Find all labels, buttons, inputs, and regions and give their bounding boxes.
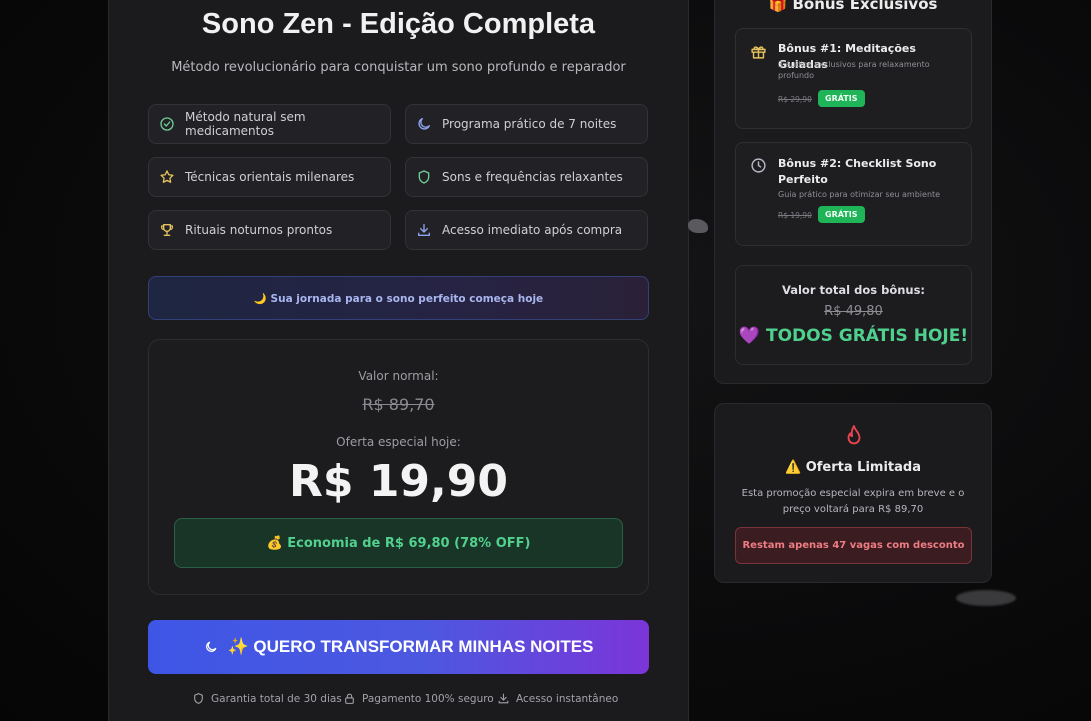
page-title: Sono Zen - Edição Completa bbox=[201, 8, 596, 40]
feature-oriental-techniques: Técnicas orientais milenares bbox=[148, 157, 391, 197]
shield-icon bbox=[418, 170, 430, 184]
bonus-card: 🎁 Bônus Exclusivos Bônus #1: Meditações … bbox=[714, 0, 992, 384]
feature-natural-method: Método natural sem medicamentos bbox=[148, 104, 391, 144]
feature-7-nights-program: Programa prático de 7 noites bbox=[405, 104, 648, 144]
bonus-item-checklist: Bônus #2: Checklist Sono Perfeito Guia p… bbox=[735, 142, 972, 246]
bonus-item-old-price: R$ 29,90 bbox=[778, 95, 812, 104]
flame-icon bbox=[847, 425, 861, 445]
bonus-total-free: 💜 TODOS GRÁTIS HOJE! bbox=[738, 326, 969, 346]
normal-price-label: Valor normal: bbox=[358, 369, 439, 383]
decorative-blob bbox=[956, 590, 1016, 606]
moon-icon bbox=[205, 641, 216, 652]
feature-label: Técnicas orientais milenares bbox=[185, 170, 355, 184]
bonus-item-desc: 3 áudios exclusivos para relaxamento pro… bbox=[778, 60, 930, 80]
feature-relaxing-sounds: Sons e frequências relaxantes bbox=[405, 157, 648, 197]
price-box: Valor normal: R$ 89,70 Oferta especial h… bbox=[148, 339, 649, 595]
shield-icon bbox=[194, 693, 203, 704]
star-icon bbox=[160, 170, 174, 183]
offer-title: ⚠️ Oferta Limitada bbox=[785, 460, 921, 475]
trophy-icon bbox=[161, 224, 173, 236]
special-price-label: Oferta especial hoje: bbox=[336, 435, 461, 449]
limited-offer-card: ⚠️ Oferta Limitada Esta promoção especia… bbox=[714, 403, 992, 583]
moon-icon bbox=[418, 118, 430, 130]
bonus-item-title: Bônus #2: Checklist Sono Perfeito bbox=[778, 157, 937, 186]
check-circle-icon bbox=[160, 117, 174, 131]
clock-icon bbox=[751, 158, 766, 173]
bonus-title: 🎁 Bônus Exclusivos bbox=[768, 0, 938, 13]
bonus-item-meditations: Bônus #1: Meditações Guiadas 3 áudios ex… bbox=[735, 28, 972, 129]
page-subtitle: Método revolucionário para conquistar um… bbox=[171, 60, 626, 75]
offer-description: Esta promoção especial expira em breve e… bbox=[741, 488, 965, 515]
lock-icon bbox=[345, 693, 354, 704]
bonus-total-old: R$ 49,80 bbox=[824, 304, 883, 319]
remaining-spots-alert: Restam apenas 47 vagas com desconto bbox=[735, 527, 972, 564]
bonus-item-old-price: R$ 19,90 bbox=[778, 211, 812, 220]
decorative-blob bbox=[688, 219, 708, 233]
normal-price-value: R$ 89,70 bbox=[362, 395, 435, 414]
feature-label: Programa prático de 7 noites bbox=[442, 117, 617, 131]
feature-label: Sons e frequências relaxantes bbox=[442, 170, 623, 184]
gift-icon bbox=[751, 46, 766, 59]
download-icon bbox=[498, 693, 509, 704]
bonus-total-label: Valor total dos bônus: bbox=[781, 283, 926, 297]
guarantee-30-days: Garantia total de 30 dias bbox=[192, 692, 342, 705]
buy-now-label: ✨ QUERO TRANSFORMAR MINHAS NOITES bbox=[227, 637, 594, 656]
buy-now-button[interactable]: ✨ QUERO TRANSFORMAR MINHAS NOITES bbox=[148, 620, 649, 674]
feature-label: Método natural sem medicamentos bbox=[185, 110, 306, 138]
free-badge: GRÁTIS bbox=[818, 90, 865, 107]
instant-access: Acesso instantâneo bbox=[497, 692, 618, 705]
feature-night-rituals: Rituais noturnos prontos bbox=[148, 210, 391, 250]
guarantee-label: Acesso instantâneo bbox=[516, 692, 619, 705]
feature-immediate-access: Acesso imediato após compra bbox=[405, 210, 648, 250]
bonus-item-desc: Guia prático para otimizar seu ambiente bbox=[778, 190, 941, 199]
feature-label: Rituais noturnos prontos bbox=[185, 223, 333, 237]
special-price-value: R$ 19,90 bbox=[289, 456, 508, 507]
bonus-total-box: Valor total dos bônus: R$ 49,80 💜 TODOS … bbox=[735, 265, 972, 365]
savings-badge: 💰 Economia de R$ 69,80 (78% OFF) bbox=[174, 518, 623, 568]
guarantee-label: Pagamento 100% seguro bbox=[362, 692, 494, 705]
guarantee-label: Garantia total de 30 dias bbox=[211, 692, 342, 705]
feature-label: Acesso imediato após compra bbox=[442, 223, 623, 237]
free-badge: GRÁTIS bbox=[818, 206, 865, 223]
journey-banner: 🌙 Sua jornada para o sono perfeito começ… bbox=[148, 276, 649, 320]
download-icon bbox=[418, 224, 430, 236]
secure-payment: Pagamento 100% seguro bbox=[343, 692, 494, 705]
